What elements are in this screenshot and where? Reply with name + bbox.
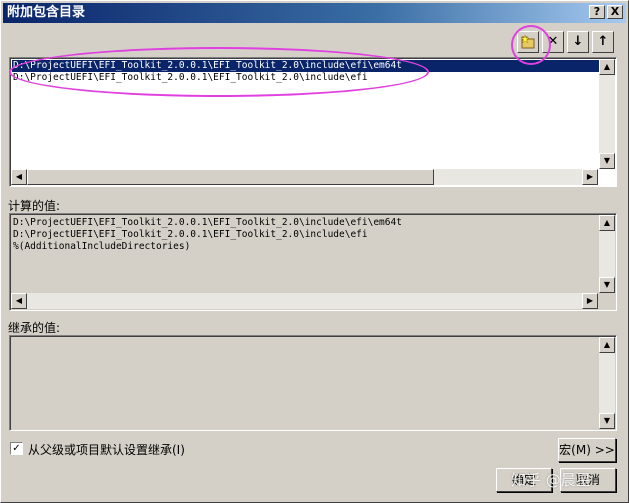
list-item: D:\ProjectUEFI\EFI_Toolkit_2.0.0.1\EFI_T… [13,217,402,228]
scroll-up-button[interactable]: ▲ [599,215,615,231]
list-item[interactable]: D:\ProjectUEFI\EFI_Toolkit_2.0.0.1\EFI_T… [12,72,368,84]
new-folder-icon [520,34,535,49]
macro-button[interactable]: 宏(M) >> [558,438,616,462]
inherited-label: 继承的值: [8,321,61,335]
scroll-down-button[interactable]: ▼ [599,153,615,169]
delete-button[interactable]: ✕ [542,31,564,53]
scroll-left-button[interactable]: ◀ [11,293,27,309]
inherit-checkbox-label[interactable]: 从父级或项目默认设置继承(I) [28,441,185,458]
edit-list[interactable]: D:\ProjectUEFI\EFI_Toolkit_2.0.0.1\EFI_T… [9,57,617,187]
scroll-up-button[interactable]: ▲ [599,59,615,75]
list-item: D:\ProjectUEFI\EFI_Toolkit_2.0.0.1\EFI_T… [13,229,368,240]
scroll-left-button[interactable]: ◀ [11,169,27,185]
scroll-up-button[interactable]: ▲ [599,337,615,353]
inherited-vscroll[interactable]: ▲ ▼ [599,337,615,429]
evaluated-list: D:\ProjectUEFI\EFI_Toolkit_2.0.0.1\EFI_T… [9,213,617,311]
ok-button[interactable]: 确定 [496,468,552,492]
title-bar: 附加包含目录 [3,3,626,23]
new-line-button[interactable] [517,31,539,53]
inherited-list: ▲ ▼ [9,335,617,431]
cancel-button[interactable]: 取消 [560,468,616,492]
evaluated-hscroll[interactable]: ◀ ▶ [11,293,598,309]
close-button[interactable]: X [607,5,623,19]
move-down-button[interactable]: ↓ [567,31,589,53]
help-button[interactable]: ? [589,5,605,19]
move-up-button[interactable]: ↑ [592,31,614,53]
window-title: 附加包含目录 [7,5,86,20]
hscroll-thumb[interactable] [27,169,434,185]
evaluated-label: 计算的值: [8,199,61,213]
scroll-down-button[interactable]: ▼ [599,413,615,429]
list-item[interactable]: D:\ProjectUEFI\EFI_Toolkit_2.0.0.1\EFI_T… [12,60,599,72]
edit-list-vscroll[interactable]: ▲ ▼ [599,59,615,169]
evaluated-vscroll[interactable]: ▲ ▼ [599,215,615,293]
scroll-right-button[interactable]: ▶ [582,169,598,185]
list-item: %(AdditionalIncludeDirectories) [13,241,191,252]
edit-list-hscroll[interactable]: ◀ ▶ [11,169,598,185]
inherit-checkbox[interactable]: ✓ [10,442,23,455]
include-dirs-dialog: 附加包含目录 ? X ✕ ↓ ↑ D:\ProjectUEFI\EFI_Tool… [0,0,629,503]
scroll-right-button[interactable]: ▶ [582,293,598,309]
scroll-down-button[interactable]: ▼ [599,277,615,293]
